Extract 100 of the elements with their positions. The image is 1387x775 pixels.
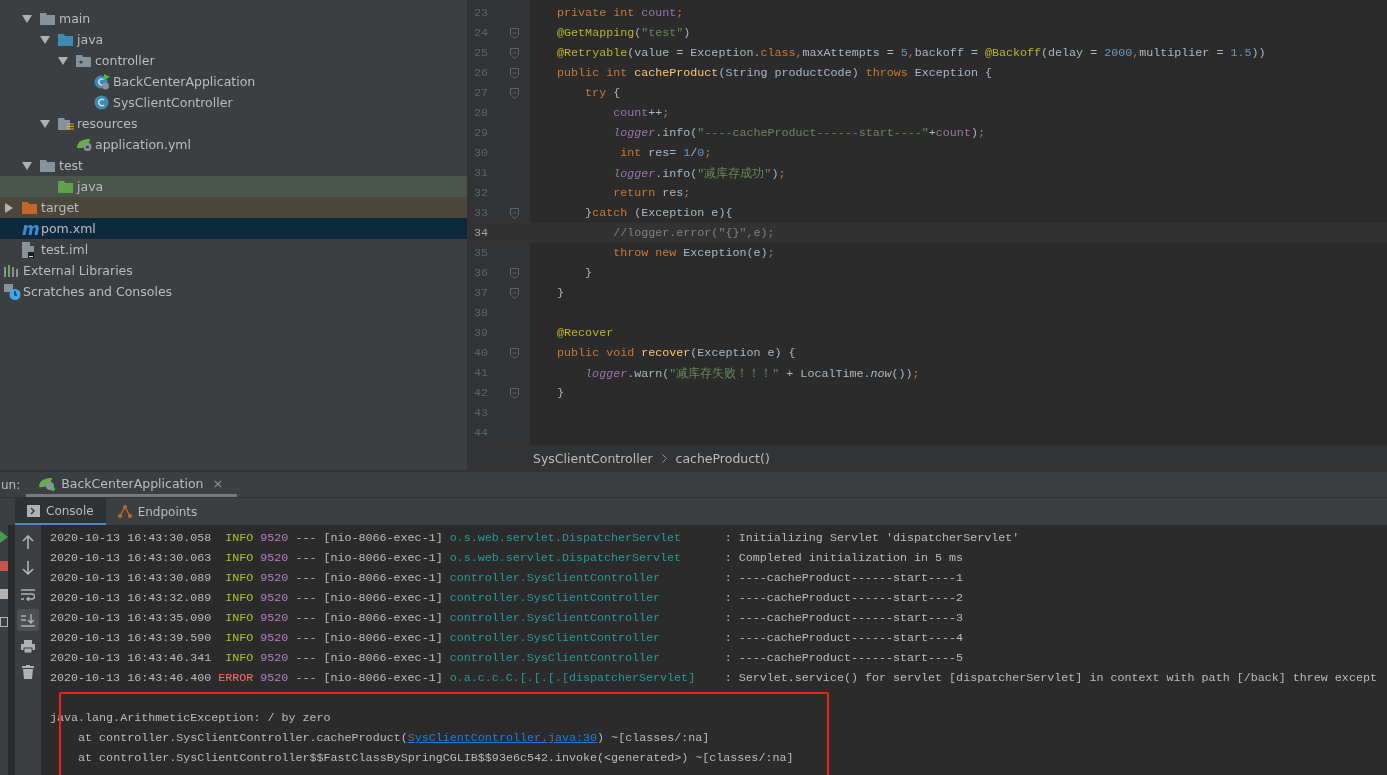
log-pid: 9520 [260, 651, 289, 665]
log-logger: controller.SysClientController [449, 611, 661, 625]
line-number: 34 [472, 226, 488, 240]
log-thread: [nio-8066-exec-1] [323, 631, 443, 645]
fold-marker-icon[interactable] [510, 287, 519, 299]
expand-arrow-icon[interactable] [58, 55, 68, 66]
expand-arrow-icon[interactable] [40, 34, 50, 45]
endpoints-icon [117, 505, 132, 518]
folder-icon [40, 159, 55, 172]
tree-item-label: test [59, 158, 83, 173]
tree-item-label: SysClientController [113, 95, 233, 110]
resources-folder-icon [58, 116, 74, 131]
log-thread: [nio-8066-exec-1] [323, 531, 443, 545]
code-line: private int count; [557, 6, 684, 20]
log-timestamp: 2020-10-13 16:43:30.058 [50, 531, 212, 545]
log-level: INFO [225, 631, 254, 645]
fold-marker-icon[interactable] [510, 27, 519, 39]
log-thread: [nio-8066-exec-1] [323, 551, 443, 565]
scroll-to-end-icon [21, 613, 35, 627]
folder-icon [58, 33, 73, 46]
log-logger: controller.SysClientController [449, 631, 661, 645]
scratches-icon [4, 283, 21, 300]
log-logger: controller.SysClientController [449, 571, 661, 585]
code-line: }catch (Exception e){ [585, 206, 733, 220]
log-separator: --- [295, 571, 317, 585]
source-link[interactable]: SysClientController.java:30 [407, 731, 598, 745]
tree-item[interactable]: SysClientController [0, 92, 467, 113]
expand-arrow-icon[interactable] [4, 202, 14, 213]
fold-marker-icon[interactable] [510, 87, 519, 99]
log-separator: --- [295, 591, 317, 605]
expand-arrow-icon[interactable] [22, 13, 32, 24]
spring-config-icon [76, 137, 93, 152]
rerun-icon[interactable] [0, 531, 8, 543]
tree-item[interactable]: m pom.xml [0, 218, 467, 239]
fold-marker-icon[interactable] [510, 47, 519, 59]
log-thread: [nio-8066-exec-1] [323, 611, 443, 625]
code-line: public void recover(Exception e) { [557, 346, 796, 360]
tree-item-label: main [59, 11, 91, 26]
tree-item-label: controller [95, 53, 155, 68]
folder-icon [40, 12, 55, 25]
fold-marker-icon[interactable] [510, 387, 519, 399]
console-tab[interactable]: Endpoints [105, 498, 210, 525]
folder-icon [58, 180, 73, 193]
tree-item-label: test.iml [41, 242, 89, 257]
log-message: : Completed initialization in 5 ms [724, 551, 964, 565]
close-button[interactable]: × [212, 475, 224, 491]
tree-item-label: target [41, 200, 79, 215]
log-level: INFO [225, 531, 254, 545]
tree-item[interactable]: java [0, 176, 467, 197]
fold-marker-icon[interactable] [510, 67, 519, 79]
run-label: un: [0, 476, 22, 494]
breadcrumb-item[interactable]: SysClientController [533, 450, 653, 466]
log-message: : ----cacheProduct------start----1 [724, 571, 964, 585]
folder-icon [22, 201, 37, 214]
tree-item[interactable]: test [0, 155, 467, 176]
code-line: int res= 1/0; [620, 146, 712, 160]
log-pid: 9520 [260, 631, 289, 645]
log-pid: 9520 [260, 551, 289, 565]
tree-item[interactable]: java [0, 29, 467, 50]
tree-item-label: java [77, 32, 104, 47]
code-line: } [557, 286, 565, 300]
fold-marker-icon[interactable] [510, 207, 519, 219]
log-pid: 9520 [260, 671, 289, 685]
log-logger: o.s.web.servlet.DispatcherServlet [449, 551, 682, 565]
tree-item[interactable]: resources [0, 113, 467, 134]
code-line: } [557, 386, 565, 400]
code-line: @Recover [557, 326, 614, 340]
fold-marker-icon[interactable] [510, 267, 519, 279]
log-level: ERROR [218, 671, 254, 685]
tree-item[interactable]: test.iml [0, 239, 467, 260]
tree-item[interactable]: controller [0, 50, 467, 71]
tree-item[interactable]: application.yml [0, 134, 467, 155]
tree-item[interactable]: BackCenterApplication [0, 71, 467, 92]
log-level: INFO [225, 551, 254, 565]
tree-item-label: External Libraries [23, 263, 133, 278]
expand-arrow-icon[interactable] [22, 160, 32, 171]
log-separator: --- [295, 531, 317, 545]
stack-trace-line: at controller.SysClientController$$FastClassBySpringCGLIB$$93e6c542.invoke(<generated>) ~[classes/:na] [78, 751, 794, 765]
tree-item[interactable]: target [0, 197, 467, 218]
fold-marker-icon[interactable] [510, 347, 519, 359]
log-pid: 9520 [260, 531, 289, 545]
log-thread: [nio-8066-exec-1] [323, 571, 443, 585]
stack-trace-line: at controller.SysClientController.cacheProduct(SysClientController.java:30) ~[classes/:na] [78, 731, 710, 745]
scroll-end-button[interactable] [17, 609, 39, 631]
log-message: : ----cacheProduct------start----5 [724, 651, 964, 665]
tree-item-label: Scratches and Consoles [23, 284, 173, 299]
code-line: @GetMapping("test") [557, 26, 691, 40]
log-timestamp: 2020-10-13 16:43:30.063 [50, 551, 212, 565]
log-separator: --- [295, 551, 317, 565]
expand-arrow-icon[interactable] [40, 118, 50, 129]
code-line: count++; [613, 106, 670, 120]
code-line: } [585, 266, 593, 280]
tree-item[interactable]: Scratches and Consoles [0, 281, 467, 302]
tree-item-label: pom.xml [41, 221, 96, 236]
tree-item[interactable]: main [0, 8, 467, 29]
tree-item[interactable]: External Libraries [0, 260, 467, 281]
console-tab[interactable]: Console [15, 498, 106, 525]
log-timestamp: 2020-10-13 16:43:46.400 [50, 671, 212, 685]
breadcrumb-item[interactable]: cacheProduct() [675, 450, 770, 466]
log-level: INFO [225, 651, 254, 665]
